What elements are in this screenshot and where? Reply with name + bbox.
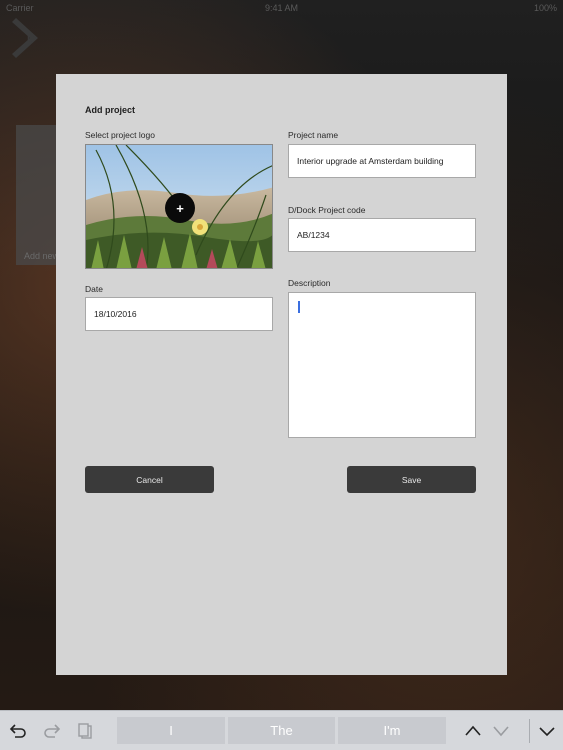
chevron-up-icon[interactable]: [464, 723, 482, 739]
description-label: Description: [288, 278, 331, 288]
suggestion-3[interactable]: I'm: [338, 717, 446, 744]
date-field[interactable]: 18/10/2016: [85, 297, 273, 331]
project-code-label: D/Dock Project code: [288, 205, 366, 215]
status-bar: Carrier 9:41 AM 100%: [0, 0, 563, 16]
project-name-label: Project name: [288, 130, 339, 140]
description-textarea[interactable]: [288, 292, 476, 438]
project-name-field[interactable]: Interior upgrade at Amsterdam building: [288, 144, 476, 178]
logo-label: Select project logo: [85, 130, 155, 140]
svg-text:D: D: [27, 34, 35, 46]
redo-icon[interactable]: [43, 723, 61, 739]
paste-icon[interactable]: [77, 723, 95, 739]
dismiss-keyboard-icon[interactable]: [538, 723, 556, 739]
plus-icon: +: [176, 200, 184, 216]
keyboard-shortcut-bar: I The I'm: [0, 710, 563, 750]
project-logo-picker[interactable]: +: [85, 144, 273, 269]
cancel-button[interactable]: Cancel: [85, 466, 214, 493]
chevron-down-icon[interactable]: [492, 723, 510, 739]
keyboard-bar-divider: [529, 719, 530, 743]
dialog-title: Add project: [85, 105, 136, 115]
save-button[interactable]: Save: [347, 466, 476, 493]
background-card-label: Add new: [24, 251, 60, 261]
add-project-dialog: Add project Select project logo + Date 1…: [56, 74, 507, 675]
project-code-field[interactable]: AB/1234: [288, 218, 476, 252]
suggestion-2[interactable]: The: [228, 717, 335, 744]
app-logo-icon: D: [12, 18, 38, 58]
project-code-value: AB/1234: [297, 230, 330, 240]
clock: 9:41 AM: [264, 3, 299, 13]
date-label: Date: [85, 284, 103, 294]
date-value: 18/10/2016: [94, 309, 137, 319]
project-name-value: Interior upgrade at Amsterdam building: [297, 156, 444, 166]
undo-icon[interactable]: [9, 723, 27, 739]
background-project-card: [16, 125, 58, 265]
suggestion-1[interactable]: I: [117, 717, 225, 744]
text-caret: [298, 301, 300, 313]
add-logo-button[interactable]: +: [165, 193, 195, 223]
